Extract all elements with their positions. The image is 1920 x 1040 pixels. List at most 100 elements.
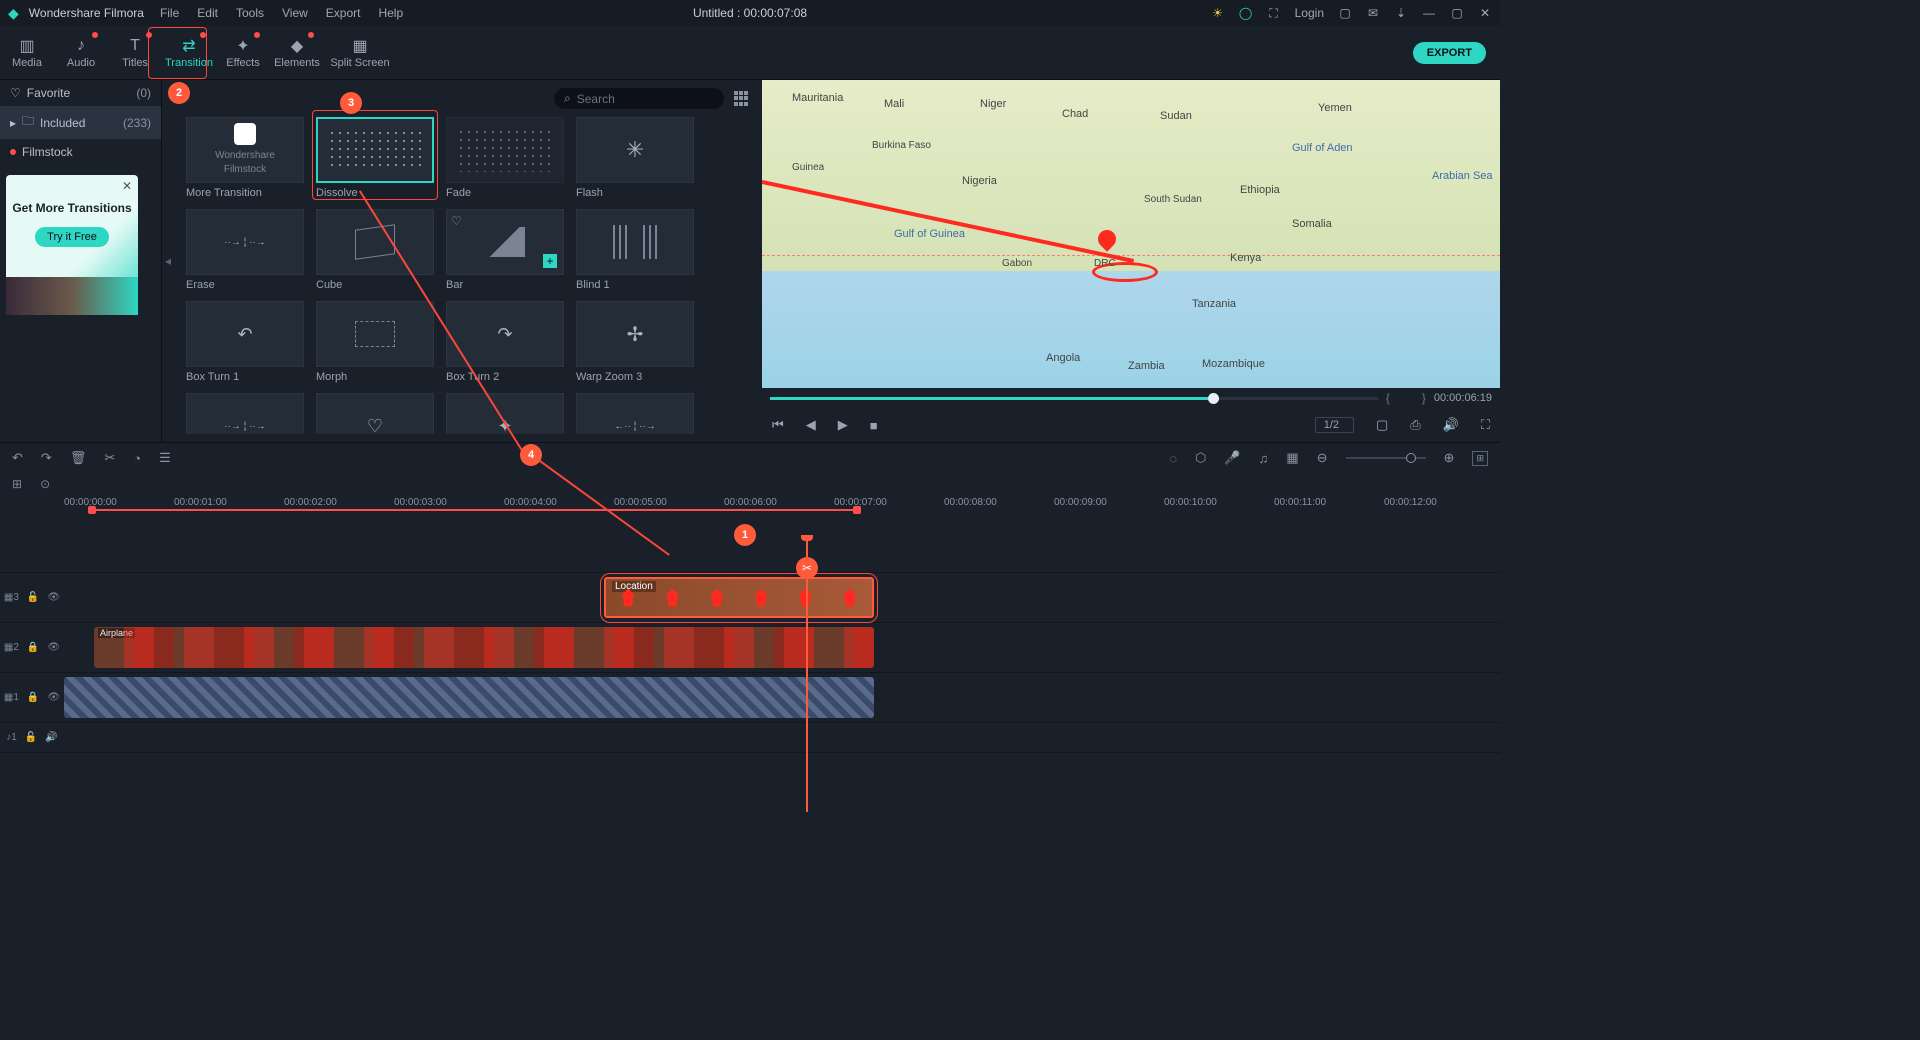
sun-icon[interactable]: ☀ [1211,6,1225,20]
lock-icon[interactable]: 🔓 [25,732,37,743]
menu-help[interactable]: Help [378,6,403,20]
split-tool-icon[interactable]: ✂ [104,450,115,466]
transition-extra-4[interactable]: ←·· ¦ ··→ [576,393,694,434]
transition-extra-1[interactable]: ··→ ¦ ··→ [186,393,304,434]
tab-transition[interactable]: ⇄Transition [162,26,216,79]
tab-media[interactable]: ▥Media [0,26,54,79]
marker-icon[interactable]: ⬡ [1195,450,1206,466]
notify-icon[interactable]: ⇣ [1394,6,1408,20]
transition-extra-2[interactable]: ♡ [316,393,434,434]
minimize-icon[interactable]: — [1422,6,1436,20]
transition-morph[interactable]: Morph [316,301,434,383]
mail-icon[interactable]: ✉ [1366,6,1380,20]
zoom-slider[interactable] [1346,457,1426,459]
fullscreen-icon[interactable]: ⛶ [1481,417,1490,433]
tab-titles[interactable]: TTitles [108,26,162,79]
track-2: ▦2🔒👁 Airplane [0,623,1500,673]
eye-icon[interactable]: 👁 [47,642,60,653]
delete-icon[interactable]: 🗑 [70,450,87,466]
adjust-icon[interactable]: ☰ [159,450,171,466]
render-range [88,509,858,511]
track-a1-label: ♪1 [6,732,17,743]
menu-edit[interactable]: Edit [197,6,218,20]
save-icon[interactable]: ▢ [1338,6,1352,20]
search-input[interactable]: ⌕ Search [554,88,724,109]
transition-cube[interactable]: Cube [316,209,434,291]
lock-icon[interactable]: 🔓 [27,592,39,603]
sidebar-favorite[interactable]: ♡ Favorite (0) [0,80,161,106]
login-link[interactable]: Login [1295,6,1324,20]
transition-dissolve[interactable]: Dissolve [316,117,434,199]
transition-boxturn1[interactable]: ↶Box Turn 1 [186,301,304,383]
play-icon[interactable]: ▶ [838,417,848,433]
undo-icon[interactable]: ↶ [12,450,23,466]
grid-view-icon[interactable] [734,91,750,107]
preview-scale[interactable]: 1/2 [1315,417,1354,433]
transition-fade[interactable]: Fade [446,117,564,199]
transition-flash[interactable]: ✳Flash [576,117,694,199]
menu-file[interactable]: File [160,6,179,20]
mixer-icon[interactable]: ♫ [1259,451,1269,466]
render-icon[interactable]: ◌ [1169,451,1177,466]
redo-icon[interactable]: ↷ [41,450,52,466]
transition-extra-3[interactable]: ✦ [446,393,564,434]
clip-airplane[interactable]: Airplane [94,627,874,668]
lock-icon[interactable]: 🔒 [27,692,39,703]
transition-erase[interactable]: ··→ ¦ ··→Erase [186,209,304,291]
export-button[interactable]: EXPORT [1413,42,1486,64]
ruler-tick: 00:00:08:00 [944,497,997,508]
transition-bar[interactable]: ♡+Bar [446,209,564,291]
promo-close-icon[interactable]: ✕ [122,179,132,193]
zoom-out-icon[interactable]: ⊖ [1317,450,1328,466]
shapes-icon: ◆ [291,37,303,55]
volume-icon[interactable]: 🔊 [1443,417,1459,433]
tab-audio[interactable]: ♪Audio [54,26,108,79]
main-area: ♡ Favorite (0) ▸ 🗀 Included (233) Filmst… [0,80,1500,442]
voiceover-icon[interactable]: 🎤 [1224,450,1240,466]
transition-boxturn2[interactable]: ↷Box Turn 2 [446,301,564,383]
sidebar-filmstock[interactable]: Filmstock [0,139,161,165]
playhead[interactable]: ✂ [806,535,808,812]
clip-background[interactable] [64,677,874,718]
snapshot-icon[interactable]: ⎙ [1410,417,1420,433]
speed-icon[interactable]: ◔ [133,451,141,466]
transition-warpzoom3[interactable]: ✢Warp Zoom 3 [576,301,694,383]
zoom-fit-icon[interactable]: ⊞ [1472,451,1488,466]
tab-elements[interactable]: ◆Elements [270,26,324,79]
document-title: Untitled : 00:00:07:08 [693,6,807,20]
prev-frame-icon[interactable]: ⏮ [772,417,784,433]
transition-blind1[interactable]: Blind 1 [576,209,694,291]
clip-location[interactable]: Location [604,577,874,618]
menu-view[interactable]: View [282,6,308,20]
scrub-bar[interactable] [770,397,1378,400]
lock-icon[interactable]: 🔒 [27,642,39,653]
app-name: Wondershare Filmora [29,6,144,20]
eye-icon[interactable]: 👁 [47,692,60,703]
promo-cta-button[interactable]: Try it Free [35,227,109,247]
menu-tools[interactable]: Tools [236,6,264,20]
sidebar-collapse-handle[interactable]: ◂ [162,80,174,442]
timeline-ruler[interactable]: 00:00:00:0000:00:01:0000:00:02:0000:00:0… [64,495,1488,535]
transition-more[interactable]: WondershareFilmstock More Transition [186,117,304,199]
preview-viewport[interactable]: Mauritania Mali Niger Chad Sudan Yemen B… [762,80,1500,388]
snap-icon[interactable]: ⊙ [40,477,50,491]
gift-icon[interactable]: ⛶ [1267,6,1281,20]
scissors-icon[interactable]: ✂ [796,557,818,579]
tab-effects[interactable]: ✦Effects [216,26,270,79]
layout-icon[interactable]: ▦ [1286,450,1298,466]
mute-icon[interactable]: 🔊 [45,732,57,743]
eye-icon[interactable]: 👁 [47,592,60,603]
menu-export[interactable]: Export [326,6,361,20]
maximize-icon[interactable]: ▢ [1450,6,1464,20]
close-icon[interactable]: ✕ [1478,6,1492,20]
quality-icon[interactable]: ▢ [1376,417,1388,433]
sidebar-included[interactable]: ▸ 🗀 Included (233) [0,106,161,139]
folder-icon: 🗀 [22,112,34,133]
zoom-in-icon[interactable]: ⊕ [1444,450,1455,466]
stop-icon[interactable]: ■ [870,418,878,433]
step-back-icon[interactable]: ◀ [806,417,816,433]
headset-icon[interactable]: ◯ [1239,6,1253,20]
track-manage-icon[interactable]: ⊞ [12,477,22,491]
tab-splitscreen[interactable]: ▦Split Screen [324,26,396,79]
transition-browser: ⌕ Search WondershareFilmstock More Trans… [174,80,762,442]
